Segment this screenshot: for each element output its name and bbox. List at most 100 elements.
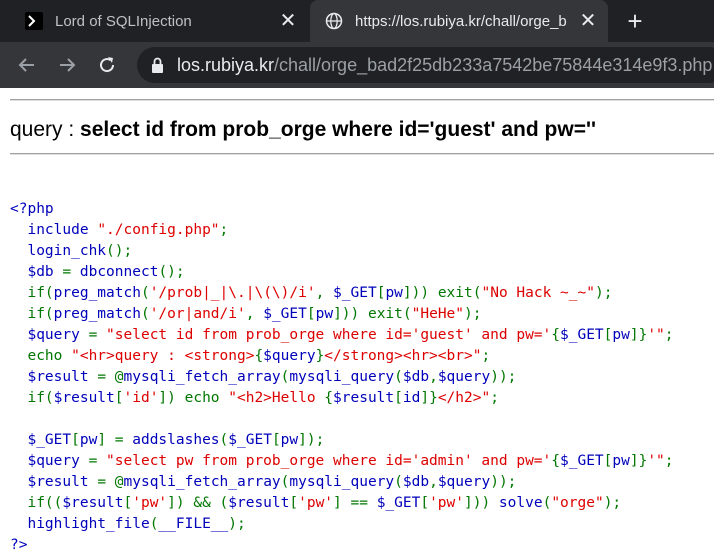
code-token: if(( <box>10 495 63 511</box>
code-token: echo <box>10 348 72 364</box>
code-token: $db <box>10 264 63 280</box>
code-line: $db = dbconnect(); <box>10 262 674 283</box>
code-token: include <box>10 222 98 238</box>
code-token: $_GET <box>263 306 307 322</box>
tab-title: https://los.rubiya.kr/chall/orge_b <box>355 12 567 30</box>
code-token: mysqli_fetch_array <box>123 474 281 490</box>
code-token: 'pw' <box>429 495 464 511</box>
address-bar[interactable]: los.rubiya.kr/chall/orge_bad2f25db233a75… <box>137 47 714 83</box>
url-text: los.rubiya.kr/chall/orge_bad2f25db233a75… <box>177 55 712 76</box>
toolbar: los.rubiya.kr/chall/orge_bad2f25db233a75… <box>0 42 714 88</box>
code-token: </strong><hr><br>" <box>324 348 482 364</box>
code-token: ]) && ( <box>167 495 229 511</box>
code-line: <?php <box>10 199 674 220</box>
code-token: $query <box>263 348 316 364</box>
code-token: 'pw' <box>298 495 334 511</box>
new-tab-button[interactable]: + <box>622 8 648 34</box>
code-token: "<hr>query : <strong> <box>71 348 255 364</box>
code-token: ]); <box>298 432 325 448</box>
code-token: "HeHe" <box>411 306 465 322</box>
forward-button[interactable] <box>55 53 79 77</box>
code-line: if(($result['pw']) && ($result['pw'] == … <box>10 493 674 514</box>
code-token: "select pw from prob_orge where id='admi… <box>106 453 552 469</box>
code-token: $db <box>402 369 430 385</box>
code-token: [ <box>114 390 124 406</box>
code-token: solve <box>498 495 543 511</box>
code-token: ] = <box>97 432 133 448</box>
tab-lord-of-sqlinjection[interactable]: Lord of SQLInjection ✕ <box>0 0 308 42</box>
back-button[interactable] <box>15 53 39 77</box>
close-icon[interactable]: ✕ <box>578 11 598 31</box>
close-icon[interactable]: ✕ <box>278 11 298 31</box>
query-output: query : select id from prob_orge where i… <box>10 118 596 142</box>
code-token: = <box>62 264 80 280</box>
code-token: { <box>324 390 334 406</box>
code-token: __FILE__ <box>158 516 229 532</box>
lock-icon[interactable] <box>151 56 165 74</box>
code-token: [ <box>71 432 80 448</box>
code-token: = @ <box>97 474 124 490</box>
code-line: if(preg_match('/or|and/i', $_GET[pw])) e… <box>10 304 674 325</box>
code-token: ( <box>140 306 150 322</box>
code-line: include "./config.php"; <box>10 220 674 241</box>
code-token: } <box>315 348 325 364</box>
code-token: , <box>429 369 438 385</box>
code-token: mysqli_fetch_array <box>123 369 281 385</box>
code-token: ); <box>464 306 482 322</box>
code-token: login_chk <box>10 243 107 259</box>
code-token: ); <box>594 285 613 301</box>
reload-button[interactable] <box>95 53 119 77</box>
code-line: $_GET[pw] = addslashes($_GET[pw]); <box>10 430 674 451</box>
code-token: pw <box>612 327 630 343</box>
code-token: $result <box>333 390 395 406</box>
arrow-left-icon <box>18 58 34 72</box>
code-token: $db <box>402 474 430 490</box>
code-token: ; <box>490 390 499 406</box>
code-token: $result <box>62 495 124 511</box>
code-token: ( <box>219 432 229 448</box>
code-line: highlight_file(__FILE__); <box>10 514 674 535</box>
code-token: { <box>551 327 560 343</box>
code-token: ; <box>481 348 491 364</box>
globe-icon <box>324 11 344 31</box>
code-token: $_GET <box>10 432 72 448</box>
code-token: pw <box>385 285 403 301</box>
code-token: $query <box>437 369 491 385</box>
tab-bar: Lord of SQLInjection ✕ https://los.rubiy… <box>0 0 714 42</box>
code-token: 'pw' <box>132 495 168 511</box>
los-favicon-icon <box>24 11 44 31</box>
code-token: (); <box>106 243 133 259</box>
code-token: id <box>402 390 421 406</box>
code-token: $result <box>53 390 115 406</box>
code-token: mysqli_query <box>289 474 395 490</box>
code-token: ]} <box>629 453 648 469</box>
code-token: $_GET <box>376 495 421 511</box>
query-text: select id from prob_orge where id='guest… <box>80 118 596 141</box>
code-token: = @ <box>97 369 124 385</box>
code-line: $query = "select id from prob_orge where… <box>10 325 673 346</box>
code-token: (); <box>158 264 185 280</box>
code-token: [ <box>420 495 430 511</box>
code-token: preg_match <box>53 306 141 322</box>
code-token: )); <box>490 474 517 490</box>
code-token: ]} <box>420 390 438 406</box>
query-label: query : <box>10 118 81 141</box>
code-token: ); <box>603 495 622 511</box>
code-token: $result <box>228 495 290 511</box>
code-token: addslashes <box>132 432 220 448</box>
code-token: ?> <box>10 537 28 553</box>
code-token: "No Hack ~_~" <box>481 285 595 301</box>
code-token: $result <box>10 474 98 490</box>
code-token: ); <box>228 516 246 532</box>
code-token: </h2>" <box>437 390 491 406</box>
code-token: '/prob|_|\.|\(\)/i' <box>149 285 316 301</box>
divider <box>10 99 714 101</box>
tab-orge[interactable]: https://los.rubiya.kr/chall/orge_b ✕ <box>310 0 608 42</box>
code-token: '/or|and/i' <box>149 306 246 322</box>
code-token: mysqli_query <box>289 369 395 385</box>
code-token: $_GET <box>560 453 604 469</box>
code-token: [ <box>394 390 403 406</box>
code-token: pw <box>315 306 334 322</box>
code-token: if( <box>10 306 54 322</box>
code-line: $result = @mysqli_fetch_array (mysqli_que… <box>10 472 674 493</box>
